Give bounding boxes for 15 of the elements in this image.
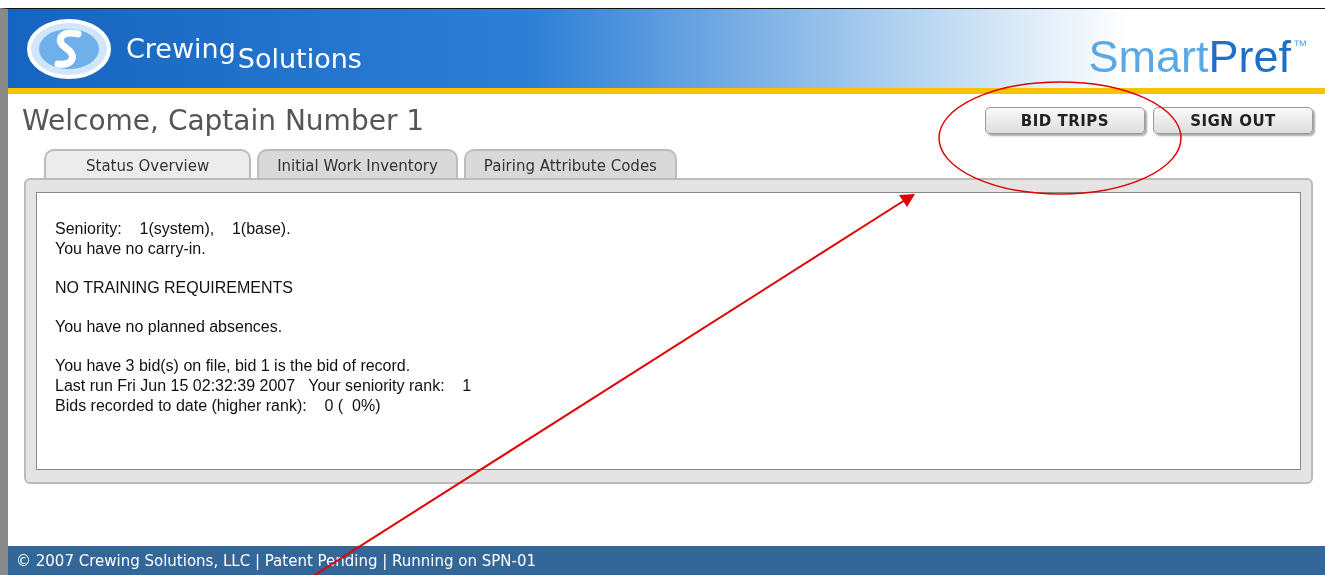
- sign-out-button[interactable]: SIGN OUT: [1153, 107, 1313, 134]
- tab[interactable]: Pairing Attribute Codes: [463, 149, 677, 178]
- status-text: NO TRAINING REQUIREMENTS: [55, 278, 294, 298]
- logo-icon: [26, 17, 112, 80]
- status-text: You have no planned absences.: [55, 317, 284, 337]
- status-text: Bids recorded to date (higher rank): 0 ( 0%): [55, 396, 382, 416]
- status-text: You have no carry-in.: [55, 239, 207, 259]
- tab[interactable]: Status Overview: [44, 149, 252, 178]
- product-logo: SmartPref$^{™}$: [1088, 30, 1307, 83]
- status-text: Last run Fri Jun 15 02:32:39 2007 Your seniority rank: 1: [55, 376, 473, 396]
- tab[interactable]: Initial Work Inventory: [257, 149, 458, 178]
- bid-trips-button[interactable]: BID TRIPS: [985, 107, 1145, 134]
- status-text: You have 3 bid(s) on file, bid 1 is the bid of record.: [55, 356, 412, 376]
- status-text: Seniority: 1(system), 1(base).: [55, 219, 292, 239]
- welcome-heading: Welcome, Captain Number 1: [22, 104, 425, 137]
